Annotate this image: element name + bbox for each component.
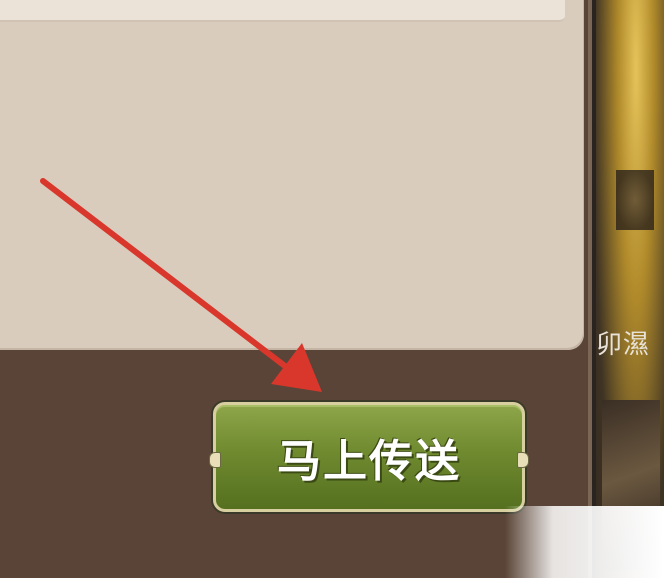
- button-left-ornament: [209, 452, 221, 468]
- button-right-ornament: [517, 452, 529, 468]
- teleport-now-label: 马上传送: [277, 436, 461, 487]
- background-artwork: [596, 0, 664, 578]
- content-panel: [0, 0, 584, 350]
- artwork-detail: [616, 170, 654, 230]
- panel-top-strip: [0, 0, 565, 22]
- teleport-dialog: 马上传送: [0, 0, 592, 578]
- background-side-text: 卯濕: [596, 330, 651, 360]
- teleport-now-button[interactable]: 马上传送: [209, 402, 529, 512]
- watermark-fade: [505, 506, 664, 578]
